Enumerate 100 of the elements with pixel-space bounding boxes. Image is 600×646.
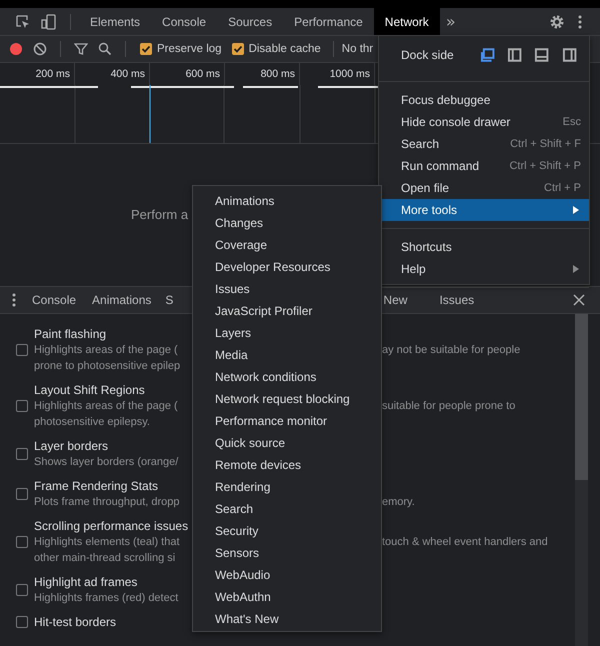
- dock-right-icon[interactable]: [562, 47, 577, 63]
- scrollbar-thumb[interactable]: [575, 314, 588, 480]
- drawer-menu-icon[interactable]: [12, 292, 16, 308]
- option-description: other main-thread scrolling si: [34, 551, 176, 566]
- time-tick-label: 600 ms: [186, 68, 220, 80]
- panel-tab[interactable]: Elements: [79, 8, 152, 35]
- checkbox[interactable]: [16, 344, 28, 356]
- menu-label: Dock side: [401, 48, 454, 62]
- close-icon[interactable]: [573, 294, 585, 306]
- checkbox[interactable]: [16, 488, 28, 500]
- scrollbar[interactable]: [575, 314, 588, 646]
- option-description: Highlights frames (red) detect: [34, 591, 178, 606]
- drawer-tab[interactable]: S: [163, 287, 176, 313]
- shortcut-label: Ctrl + Shift + F: [510, 138, 581, 150]
- shortcut-label: Ctrl + P: [544, 182, 581, 194]
- menu-item[interactable]: WebAuthn: [193, 586, 381, 608]
- menu-item[interactable]: Remote devices: [193, 454, 381, 476]
- menu-item[interactable]: Sensors: [193, 542, 381, 564]
- menu-item[interactable]: Network conditions: [193, 366, 381, 388]
- menu-item[interactable]: Media: [193, 344, 381, 366]
- menu-item[interactable]: Search Ctrl + Shift + F: [379, 133, 589, 155]
- checkbox[interactable]: [16, 448, 28, 460]
- option-title[interactable]: Layout Shift Regions: [34, 382, 145, 398]
- option-description: suitable for people prone to: [382, 399, 516, 414]
- option-title[interactable]: Highlight ad frames: [34, 574, 138, 590]
- menu-item[interactable]: Changes: [193, 212, 381, 234]
- menu-item[interactable]: Developer Resources: [193, 256, 381, 278]
- checkbox-label[interactable]: Disable cache: [248, 43, 321, 55]
- menu-item-label[interactable]: Open file: [401, 181, 544, 195]
- checkbox[interactable]: [232, 43, 244, 55]
- device-toolbar-icon[interactable]: [41, 14, 57, 30]
- settings-icon[interactable]: [549, 14, 565, 30]
- checkbox-label[interactable]: Preserve log: [157, 43, 222, 55]
- checkbox[interactable]: [16, 584, 28, 596]
- menu-item-label[interactable]: Hide console drawer: [401, 115, 563, 129]
- dock-bottom-icon[interactable]: [534, 47, 550, 63]
- record-icon[interactable]: [9, 42, 23, 56]
- menu-item[interactable]: What's New: [193, 608, 381, 630]
- shortcut-label: Ctrl + Shift + P: [509, 160, 581, 172]
- menu-item[interactable]: Focus debuggee: [379, 89, 589, 111]
- menu-item[interactable]: Hide console drawer Esc: [379, 111, 589, 133]
- menu-item[interactable]: Rendering: [193, 476, 381, 498]
- more-tabs-button[interactable]: »: [440, 12, 462, 31]
- menu-item-label[interactable]: Run command: [401, 159, 510, 173]
- drawer-tab[interactable]: Animations: [84, 287, 160, 313]
- menu-item-label[interactable]: More tools: [401, 203, 573, 217]
- menu-item-label[interactable]: Help: [401, 262, 573, 276]
- shortcut-label: Esc: [562, 116, 581, 128]
- option-title[interactable]: Paint flashing: [34, 326, 106, 342]
- menu-item[interactable]: Coverage: [193, 234, 381, 256]
- inspect-element-icon[interactable]: [15, 14, 31, 30]
- panel-tab[interactable]: Console: [151, 8, 218, 35]
- option-description: Highlights areas of the page (: [34, 399, 178, 414]
- menu-item-label[interactable]: Focus debuggee: [401, 93, 583, 107]
- menu-item[interactable]: More tools: [379, 199, 589, 221]
- time-tick-label: 800 ms: [260, 68, 295, 80]
- menu-item-label[interactable]: Search: [401, 137, 510, 151]
- dock-undock-icon[interactable]: [480, 47, 496, 63]
- menu-item[interactable]: Animations: [193, 190, 381, 212]
- dock-left-icon[interactable]: [507, 47, 522, 63]
- menu-item-label[interactable]: Shortcuts: [401, 240, 583, 254]
- option-title[interactable]: Hit-test borders: [34, 614, 116, 630]
- time-tick-label: 400 ms: [110, 68, 145, 80]
- menu-item[interactable]: Quick source: [193, 432, 381, 454]
- option-description: touch & wheel event handlers and: [382, 535, 548, 550]
- option-description: Plots frame throughput, dropp: [34, 495, 180, 510]
- menu-item[interactable]: WebAudio: [193, 564, 381, 586]
- menu-item[interactable]: Open file Ctrl + P: [379, 177, 589, 199]
- drawer-tab[interactable]: Console: [24, 287, 84, 313]
- throttling-dropdown[interactable]: No thr: [342, 43, 374, 55]
- menu-item[interactable]: Performance monitor: [193, 410, 381, 432]
- time-tick-label: 200 ms: [36, 68, 70, 80]
- checkbox[interactable]: [16, 400, 28, 412]
- panel-tab[interactable]: Sources: [217, 8, 284, 35]
- filter-icon[interactable]: [74, 42, 88, 56]
- menu-item[interactable]: Shortcuts: [379, 236, 589, 258]
- menu-item[interactable]: Run command Ctrl + Shift + P: [379, 155, 589, 177]
- empty-state-message: Perform a: [131, 207, 188, 222]
- option-description: emory.: [382, 495, 415, 510]
- panel-tab[interactable]: Performance: [283, 8, 374, 35]
- checkbox[interactable]: [16, 616, 28, 628]
- checkbox[interactable]: [16, 536, 28, 548]
- panel-tab[interactable]: Network: [374, 8, 440, 35]
- menu-item[interactable]: Network request blocking: [193, 388, 381, 410]
- option-title[interactable]: Frame Rendering Stats: [34, 478, 158, 494]
- option-title[interactable]: Layer borders: [34, 438, 108, 454]
- menu-item[interactable]: Security: [193, 520, 381, 542]
- kebab-menu-icon[interactable]: [578, 14, 582, 30]
- option-description: prone to photosensitive epilep: [34, 359, 180, 374]
- clear-icon[interactable]: [33, 42, 47, 56]
- option-title[interactable]: Scrolling performance issues: [34, 518, 188, 534]
- menu-item[interactable]: Search: [193, 498, 381, 520]
- checkbox[interactable]: [140, 43, 152, 55]
- option-description: photosensitive epilepsy.: [34, 415, 150, 430]
- search-icon[interactable]: [98, 42, 112, 56]
- drawer-tab[interactable]: Issues: [431, 287, 482, 313]
- menu-item[interactable]: Help: [379, 258, 589, 280]
- option-description: Highlights elements (teal) that: [34, 535, 180, 550]
- menu-item[interactable]: Layers: [193, 322, 381, 344]
- option-description: Highlights areas of the page (: [34, 343, 178, 358]
